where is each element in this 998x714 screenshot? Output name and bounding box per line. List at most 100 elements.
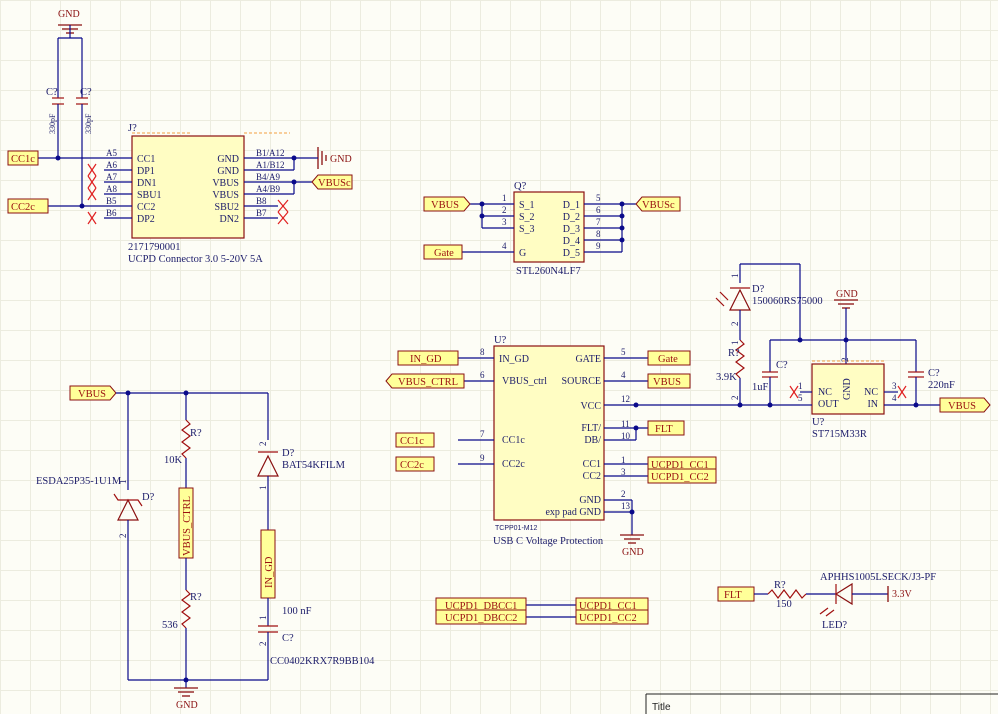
- u1-pin-cc2: CC2: [583, 471, 601, 482]
- c100n-val: 100 nF: [282, 606, 312, 617]
- u2-pin-nc: NC: [818, 387, 832, 398]
- u1-num-4: 4: [621, 370, 626, 380]
- gnd-symbol-top: GND: [58, 9, 82, 38]
- c100n-pin2: 2: [258, 642, 268, 647]
- net-tie-ucpd: [526, 604, 576, 618]
- u1-pin-source: SOURCE: [562, 376, 601, 387]
- port-cc1c-u1-label: CC1c: [400, 436, 424, 447]
- q1-ref: Q?: [514, 181, 527, 192]
- r10k-ref: R?: [190, 428, 202, 439]
- r-150[interactable]: R? 150: [754, 580, 836, 610]
- j1-pin-sbu2: SBU2: [215, 202, 239, 213]
- tvs-diode[interactable]: D? ESDA25P35-1U1M 1 2: [36, 476, 155, 680]
- q1-pin-d4: D_4: [563, 236, 580, 247]
- port-gate-u1[interactable]: Gate: [647, 350, 691, 366]
- q1-mosfet[interactable]: Q? STL260N4LF7 S_1 S_2 S_3 G D_1 D_2 D_3…: [502, 181, 601, 277]
- q1-pin-d3: D_3: [563, 224, 580, 235]
- gnd-bottom-left: GND: [128, 677, 268, 711]
- port-flt-led[interactable]: FLT: [717, 586, 755, 602]
- port-flt-led-label: FLT: [724, 590, 742, 601]
- u2-regulator[interactable]: NC OUT GND NC IN U? ST715M33R 1 5 2 3 4: [798, 358, 897, 441]
- j1-num-a8: A8: [106, 184, 117, 194]
- vbus-rail-left: [116, 390, 269, 490]
- q1-num-6: 6: [596, 205, 601, 215]
- led2-ref: LED?: [822, 620, 847, 631]
- port-vbusc-q1-label: VBUSc: [642, 200, 675, 211]
- port-cc2c-u1[interactable]: CC2c: [395, 456, 435, 472]
- c-top-1-ref: C?: [46, 87, 58, 98]
- u1-pin-gate: GATE: [575, 354, 601, 365]
- port-gate-q1[interactable]: Gate: [423, 244, 463, 260]
- j1-desc: UCPD Connector 3.0 5-20V 5A: [128, 254, 263, 265]
- j1-pin-cc2: CC2: [137, 202, 155, 213]
- q1-num-9: 9: [596, 241, 601, 251]
- gnd-label-top: GND: [58, 9, 80, 20]
- q1-num-3: 3: [502, 217, 507, 227]
- j1-num-b6: B6: [106, 208, 117, 218]
- port-ucpd1-cc2-tie[interactable]: UCPD1_CC2: [575, 609, 649, 625]
- port-cc1c-left[interactable]: CC1c: [7, 150, 39, 166]
- port-ucpd1-cc2-tie-label: UCPD1_CC2: [579, 613, 637, 624]
- c-top-2-ref: C?: [80, 87, 92, 98]
- u1-num-8: 8: [480, 347, 485, 357]
- u1-num-7: 7: [480, 429, 485, 439]
- net-vbus-ctrl-vertical[interactable]: VBUS_CTRL: [178, 487, 194, 559]
- q1-num-7: 7: [596, 217, 601, 227]
- u2-num-1: 1: [798, 381, 803, 391]
- j1-num-a4: A4/B9: [256, 184, 281, 194]
- c-220nf-ref: C?: [928, 368, 940, 379]
- port-vbus-u1[interactable]: VBUS: [647, 373, 691, 389]
- schematic-canvas: GND C? C? 330pF 330pF J? 2171790001 UCPD…: [7, 9, 998, 714]
- d-led-top-ref: D?: [752, 284, 765, 295]
- net-in-gd-vertical[interactable]: IN_GD: [260, 529, 276, 599]
- port-vbus-out[interactable]: VBUS: [939, 397, 991, 413]
- r10k-val: 10K: [164, 455, 183, 466]
- port-cc2c-left[interactable]: CC2c: [7, 198, 49, 214]
- r-top-val: 3.9K: [716, 372, 737, 383]
- j1-pin-dp1: DP1: [137, 166, 155, 177]
- port-vbusc-q1[interactable]: VBUSc: [635, 196, 681, 212]
- port-vbus-ctrl-u1-label: VBUS_CTRL: [398, 377, 458, 388]
- schottky-diode[interactable]: D? BAT54KFILM 2 1: [257, 442, 346, 531]
- r-top-3-9k[interactable]: R? 3.9K 1 2: [716, 330, 745, 408]
- j1-ref: J?: [128, 123, 137, 134]
- schottky-pin1: 1: [258, 486, 268, 491]
- gnd-regulator: GND: [770, 264, 916, 364]
- u2-pin-nc2: NC: [864, 387, 878, 398]
- q1-num-1: 1: [502, 193, 507, 203]
- q1-num-4: 4: [502, 241, 507, 251]
- j1-pin-gnd1: GND: [217, 154, 239, 165]
- j1-pin-cc1: CC1: [137, 154, 155, 165]
- u1-num-12: 12: [621, 394, 630, 404]
- c-100nf[interactable]: 100 nF C? CC0402KRX7R9BB104 1 2: [258, 598, 375, 680]
- port-vbus-q1-label: VBUS: [431, 200, 459, 211]
- r-10k[interactable]: R? 10K: [164, 419, 202, 488]
- port-cc1c-u1[interactable]: CC1c: [395, 432, 435, 448]
- port-in-gd-u1[interactable]: IN_GD: [397, 350, 459, 366]
- c-1uf[interactable]: C? 1uF: [752, 340, 788, 408]
- net-in-gd-label: IN_GD: [264, 556, 275, 588]
- port-cc2c-left-label: CC2c: [11, 202, 35, 213]
- port-flt-u1[interactable]: FLT: [647, 420, 685, 436]
- port-ucpd1-cc2-u1[interactable]: UCPD1_CC2: [647, 468, 717, 484]
- q1-pin-d2: D_2: [563, 212, 580, 223]
- u1-tcpp01[interactable]: U? TCPP01-M12 USB C Voltage Protection I…: [480, 335, 631, 547]
- u2-pin-gnd: GND: [842, 378, 853, 400]
- j1-num-b1: B1/A12: [256, 148, 285, 158]
- port-vbusc-j1[interactable]: VBUSc: [311, 174, 353, 190]
- led-fault[interactable]: LED? APHHS1005LSECK/J3-PF: [819, 572, 936, 631]
- port-flt-u1-label: FLT: [655, 424, 673, 435]
- r-536[interactable]: R? 536: [162, 558, 202, 680]
- j1-num-a5: A5: [106, 148, 117, 158]
- c100n-ref: C?: [282, 633, 294, 644]
- u1-pin-cc2c: CC2c: [502, 459, 525, 470]
- gnd-label-u1: GND: [622, 547, 644, 558]
- d-led-top[interactable]: D? 150060RS75000 1 2: [715, 263, 823, 330]
- u1-num-9: 9: [480, 453, 485, 463]
- port-ucpd1-dbcc2[interactable]: UCPD1_DBCC2: [435, 609, 527, 625]
- port-vbus-q1[interactable]: VBUS: [423, 196, 471, 212]
- tvs-part: ESDA25P35-1U1M: [36, 476, 122, 487]
- c-220nf-val: 220nF: [928, 380, 955, 391]
- port-vbus-left[interactable]: VBUS: [69, 385, 117, 401]
- port-vbus-ctrl-u1[interactable]: VBUS_CTRL: [385, 373, 465, 389]
